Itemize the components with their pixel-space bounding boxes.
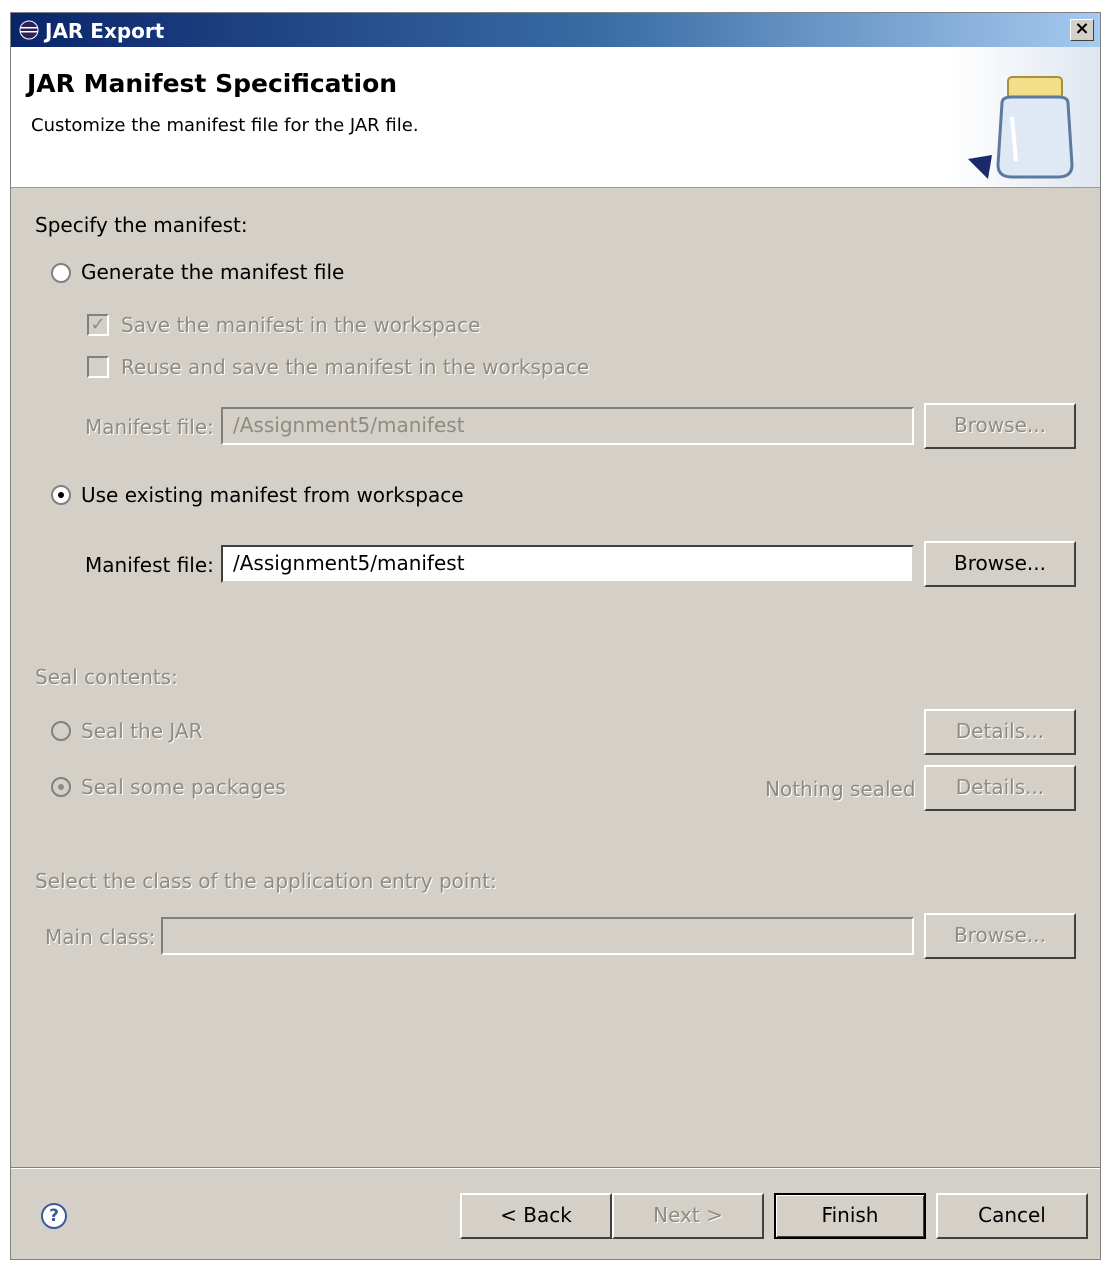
help-icon[interactable]: ?: [41, 1203, 67, 1229]
finish-button[interactable]: Finish: [774, 1193, 926, 1239]
generate-manifest-label[interactable]: Generate the manifest file: [81, 260, 344, 284]
save-manifest-checkbox[interactable]: ✓: [87, 314, 109, 336]
manifest-browse-button[interactable]: Browse...: [924, 541, 1076, 587]
reuse-manifest-label: Reuse and save the manifest in the works…: [121, 355, 590, 379]
seal-jar-radio[interactable]: [51, 721, 71, 741]
generated-manifest-browse-button[interactable]: Browse...: [924, 403, 1076, 449]
main-class-browse-button[interactable]: Browse...: [924, 913, 1076, 959]
use-existing-manifest-radio[interactable]: [51, 485, 71, 505]
footer-separator: [11, 1167, 1100, 1169]
jar-icon: [968, 76, 1074, 179]
save-manifest-label: Save the manifest in the workspace: [121, 313, 481, 337]
generate-manifest-radio[interactable]: [51, 263, 71, 283]
seal-packages-details-button[interactable]: Details...: [924, 765, 1076, 811]
manifest-file-label: Manifest file:: [85, 553, 214, 577]
close-button[interactable]: ×: [1070, 19, 1094, 41]
seal-some-packages-label: Seal some packages: [81, 775, 286, 799]
seal-jar-details-button[interactable]: Details...: [924, 709, 1076, 755]
page-title: JAR Manifest Specification: [27, 69, 398, 98]
jar-export-dialog: JAR Export × JAR Manifest Specification …: [10, 12, 1101, 1260]
window-title: JAR Export: [45, 19, 165, 43]
generated-manifest-file-label: Manifest file:: [85, 415, 214, 439]
next-button[interactable]: Next >: [612, 1193, 764, 1239]
generated-manifest-file-field[interactable]: /Assignment5/manifest: [221, 407, 914, 445]
manifest-section-label: Specify the manifest:: [35, 213, 248, 237]
main-class-label: Main class:: [45, 925, 156, 949]
use-existing-manifest-label[interactable]: Use existing manifest from workspace: [81, 483, 464, 507]
eclipse-icon: [19, 20, 39, 40]
back-button[interactable]: < Back: [460, 1193, 612, 1239]
reuse-manifest-checkbox[interactable]: [87, 356, 109, 378]
seal-status-text: Nothing sealed: [765, 777, 916, 801]
seal-some-packages-radio[interactable]: [51, 777, 71, 797]
seal-jar-label: Seal the JAR: [81, 719, 203, 743]
wizard-header: JAR Manifest Specification Customize the…: [11, 47, 1100, 188]
entry-point-section-label: Select the class of the application entr…: [35, 869, 497, 893]
title-bar: JAR Export ×: [11, 13, 1100, 47]
cancel-button[interactable]: Cancel: [936, 1193, 1088, 1239]
manifest-file-input[interactable]: /Assignment5/manifest: [221, 545, 914, 583]
page-description: Customize the manifest file for the JAR …: [31, 115, 419, 136]
main-class-field[interactable]: [161, 917, 914, 955]
seal-section-label: Seal contents:: [35, 665, 178, 689]
